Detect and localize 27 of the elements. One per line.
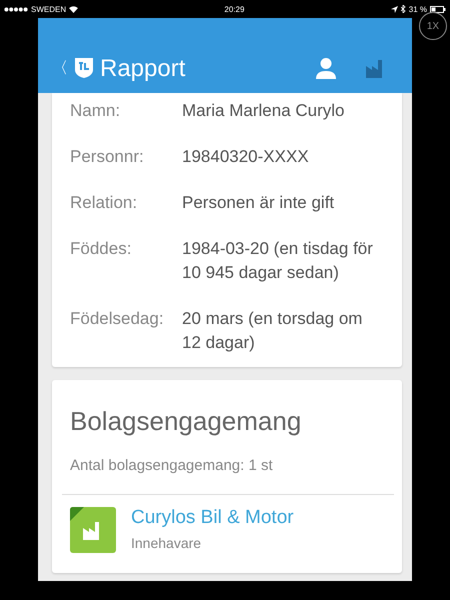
field-label: Personnr: bbox=[70, 146, 145, 168]
field-value: 19840320-XXXX bbox=[182, 146, 310, 168]
wifi-icon bbox=[69, 6, 78, 12]
signal-icon bbox=[4, 6, 28, 12]
shield-logo-icon bbox=[74, 57, 94, 79]
section-title: Bolagsengagemang bbox=[69, 406, 302, 437]
field-value: 1984-03-20 (en tisdag för 10 945 dagar sedan) bbox=[182, 238, 374, 284]
field-value: Personen är inte gift bbox=[182, 192, 336, 214]
field-label: Föddes: bbox=[70, 238, 132, 260]
field-label: Födelsedag: bbox=[70, 308, 165, 330]
company-link[interactable]: Curylos Bil & Motor bbox=[131, 507, 294, 529]
field-value: 20 mars (en torsdag om 12 dagar) bbox=[182, 308, 364, 354]
location-icon bbox=[390, 6, 398, 12]
back-button[interactable]: 〈 bbox=[52, 53, 94, 83]
carrier-name: SWEDEN bbox=[31, 4, 66, 14]
company-role: Innehavare bbox=[131, 535, 202, 551]
battery-icon bbox=[430, 6, 446, 12]
bluetooth-icon bbox=[400, 5, 406, 13]
battery-percent: 31 % bbox=[408, 4, 427, 14]
field-value: Maria Marlena Curylo bbox=[182, 100, 346, 122]
page-title: Rapport bbox=[100, 55, 186, 83]
field-label: Relation: bbox=[70, 192, 138, 214]
person-icon bbox=[316, 57, 336, 79]
zoom-button[interactable]: 1X bbox=[419, 12, 447, 40]
clock-time: 20:29 bbox=[224, 4, 244, 14]
field-label: Namn: bbox=[70, 100, 122, 122]
company-count: Antal bolagsengagemang: 1 st bbox=[69, 457, 274, 474]
